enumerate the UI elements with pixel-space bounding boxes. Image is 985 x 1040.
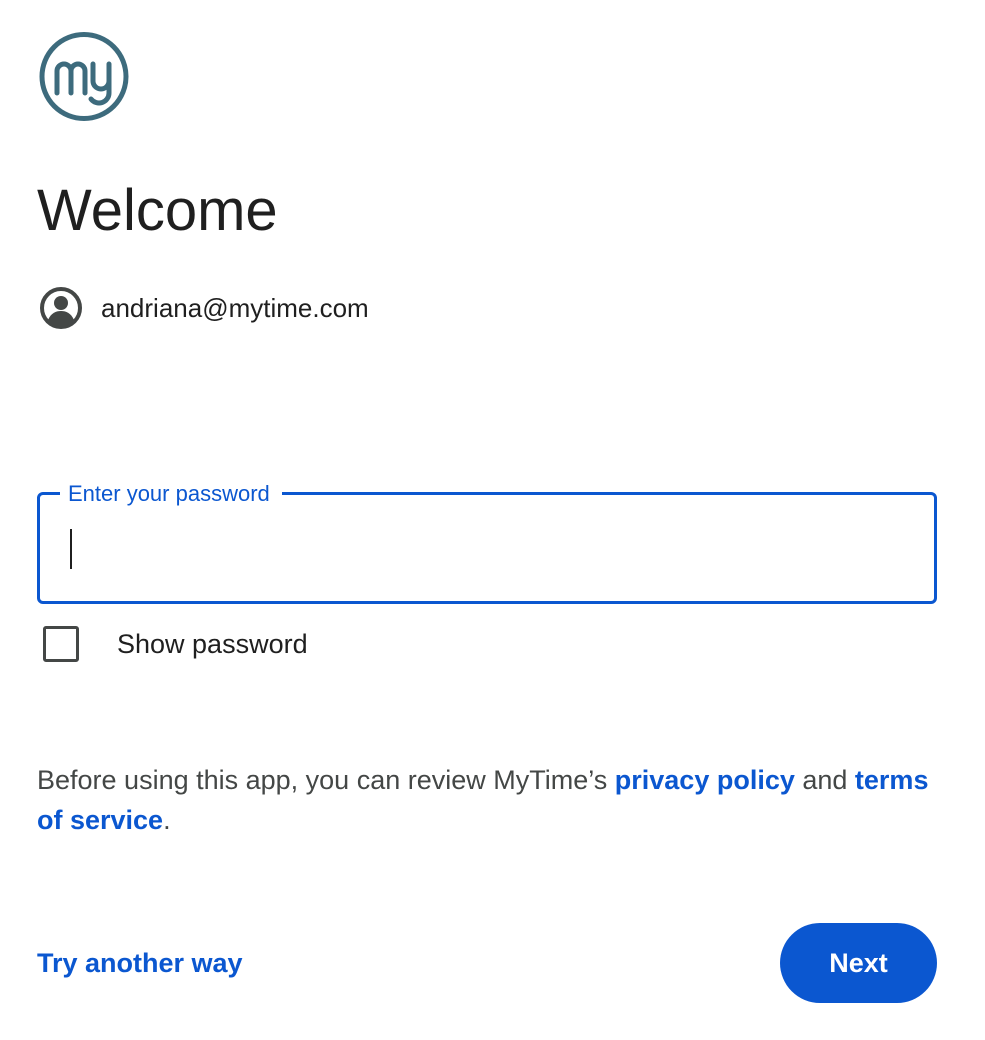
next-button[interactable]: Next xyxy=(780,923,937,1003)
privacy-prefix: Before using this app, you can review My… xyxy=(37,765,615,795)
try-another-way-link[interactable]: Try another way xyxy=(37,944,243,982)
page-title: Welcome xyxy=(37,178,278,243)
mytime-logo-icon xyxy=(39,32,129,121)
text-cursor xyxy=(70,529,72,569)
password-field-label: Enter your password xyxy=(60,481,282,507)
account-chip[interactable]: andriana@mytime.com xyxy=(39,286,369,330)
privacy-policy-link[interactable]: privacy policy xyxy=(615,765,795,795)
show-password-checkbox[interactable] xyxy=(43,626,79,662)
show-password-toggle[interactable]: Show password xyxy=(43,626,308,662)
app-logo xyxy=(37,31,131,122)
privacy-suffix: . xyxy=(163,805,171,835)
account-email: andriana@mytime.com xyxy=(101,292,369,323)
account-circle-icon xyxy=(39,286,83,330)
privacy-middle: and xyxy=(794,765,855,795)
show-password-label[interactable]: Show password xyxy=(117,629,308,660)
password-field[interactable]: Enter your password xyxy=(37,481,937,604)
privacy-notice: Before using this app, you can review My… xyxy=(37,760,937,840)
password-input[interactable] xyxy=(60,513,910,583)
